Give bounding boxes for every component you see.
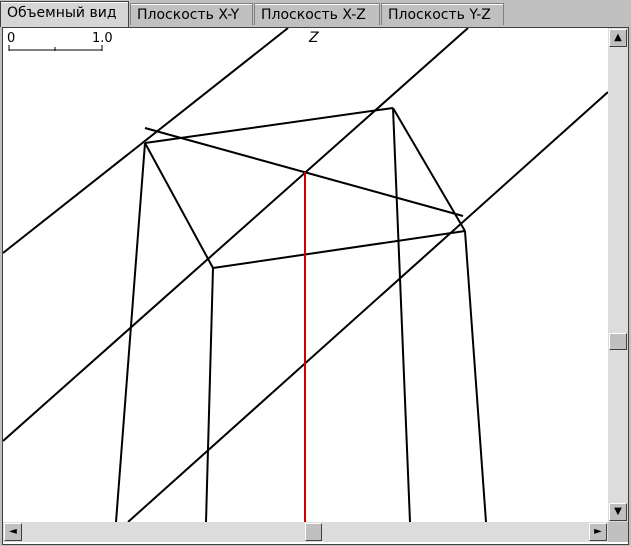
tab-3d-view[interactable]: Объемный вид xyxy=(0,1,129,27)
scroll-down-button[interactable]: ▼ xyxy=(609,503,627,521)
tab-plane-xz[interactable]: Плоскость X-Z xyxy=(254,3,380,25)
tab-plane-xy[interactable]: Плоскость X-Y xyxy=(130,3,253,25)
tab-plane-yz[interactable]: Плоскость Y-Z xyxy=(381,3,504,25)
scrollbar-corner xyxy=(608,522,628,542)
view-panel: 0 1.0 Z ▲ ▼ ◄ ► xyxy=(2,27,629,545)
scale-start-label: 0 xyxy=(7,31,16,46)
scale-bar xyxy=(8,45,103,51)
horizontal-scroll-thumb[interactable] xyxy=(305,523,322,541)
z-axis-label: Z xyxy=(309,30,319,46)
wireframe-drawing xyxy=(3,28,608,522)
horizontal-scrollbar[interactable]: ◄ ► xyxy=(3,522,608,542)
drawing-canvas[interactable]: 0 1.0 Z xyxy=(3,28,608,522)
model-wireframe xyxy=(115,107,487,522)
vertical-scroll-thumb[interactable] xyxy=(609,333,627,350)
scroll-left-button[interactable]: ◄ xyxy=(4,523,22,541)
scroll-up-button[interactable]: ▲ xyxy=(609,29,627,47)
scale-end-label: 1.0 xyxy=(92,31,113,46)
view-tabs: Объемный вид Плоскость X-Y Плоскость X-Z… xyxy=(0,0,631,28)
vertical-scrollbar[interactable]: ▲ ▼ xyxy=(608,28,628,522)
scroll-right-button[interactable]: ► xyxy=(589,523,607,541)
